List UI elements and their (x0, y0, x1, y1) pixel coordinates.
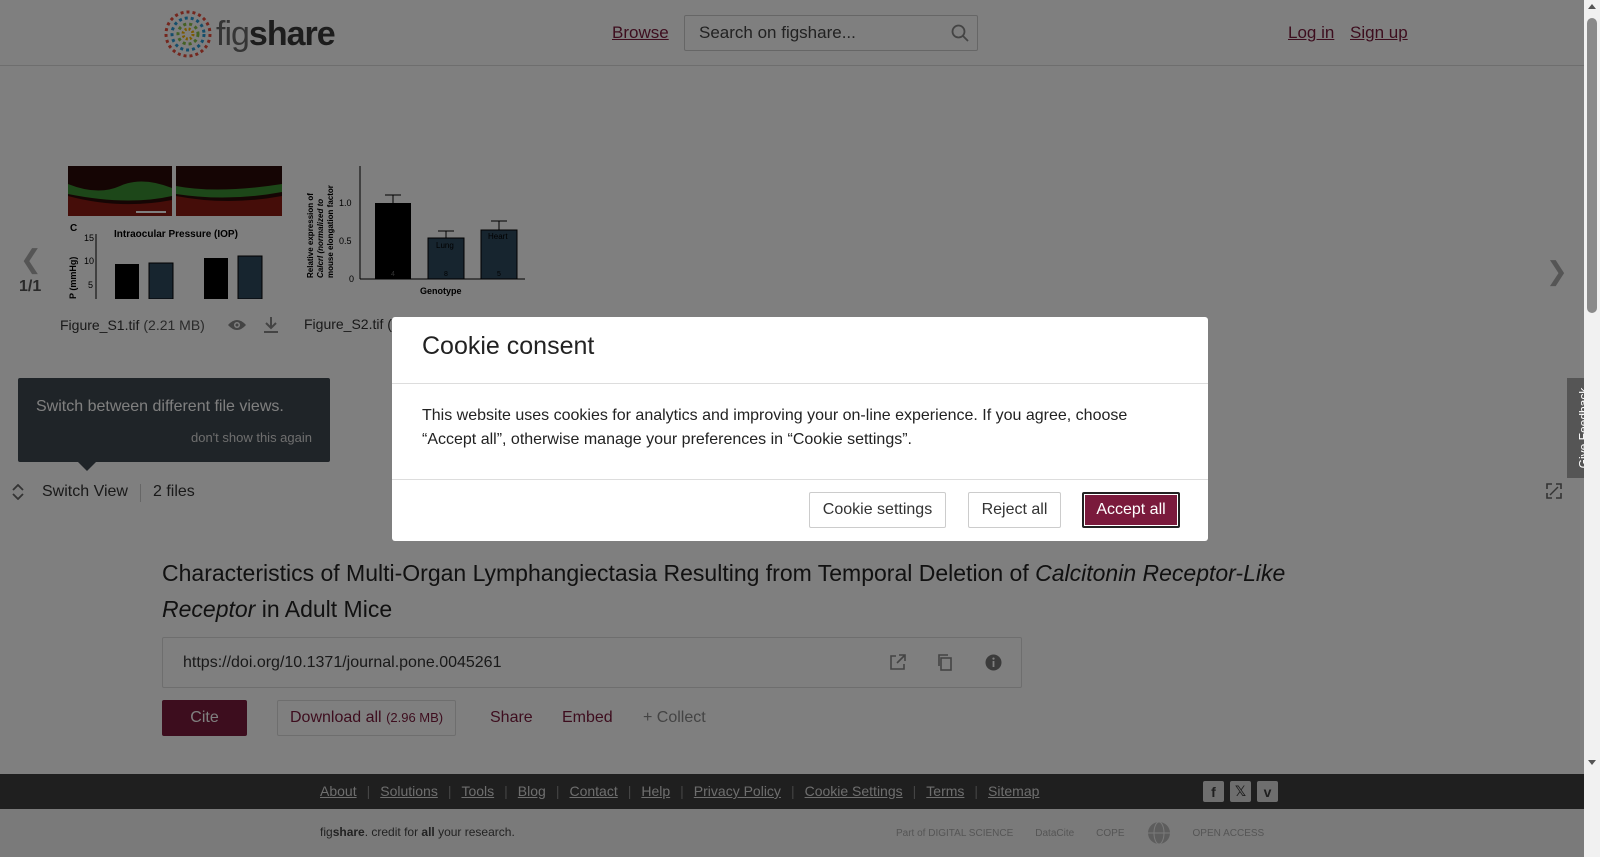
cookie-consent-modal: Cookie consent This website uses cookies… (392, 317, 1208, 541)
scroll-down-arrow-icon[interactable] (1588, 760, 1596, 765)
modal-header: Cookie consent (392, 317, 1208, 384)
scroll-up-arrow-icon[interactable] (1588, 4, 1596, 9)
modal-text: This website uses cookies for analytics … (422, 407, 1128, 448)
modal-footer: Cookie settings Reject all Accept all (392, 480, 1208, 540)
scrollbar[interactable] (1584, 0, 1600, 857)
cookie-settings-button[interactable]: Cookie settings (809, 492, 946, 528)
modal-body: This website uses cookies for analytics … (392, 384, 1208, 480)
accept-all-button[interactable]: Accept all (1082, 492, 1180, 528)
modal-title: Cookie consent (422, 332, 595, 360)
reject-all-button[interactable]: Reject all (968, 492, 1061, 528)
scroll-thumb[interactable] (1587, 18, 1597, 313)
